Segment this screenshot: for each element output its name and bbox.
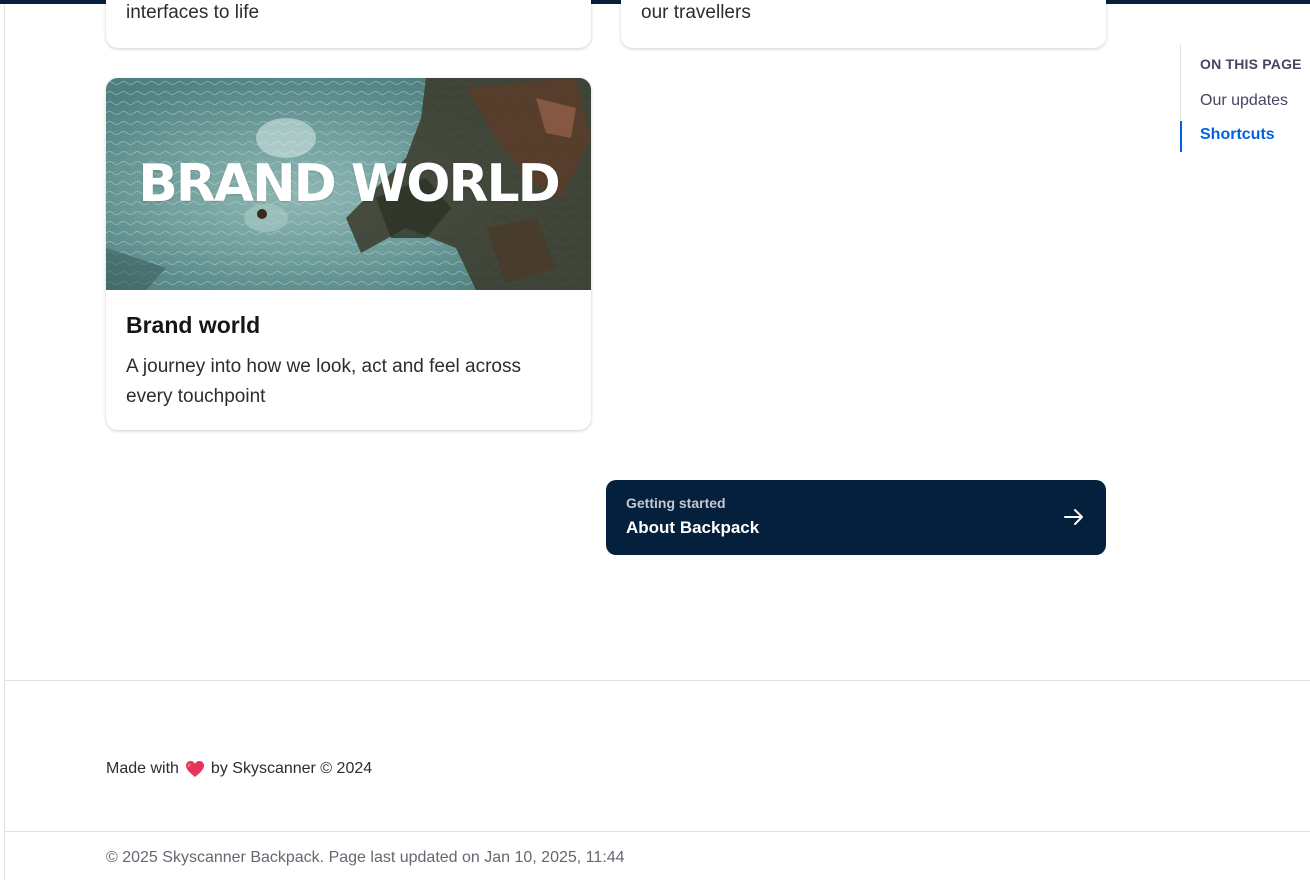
- next-page-title: About Backpack: [626, 518, 760, 537]
- card-brand-world[interactable]: BRAND WORLD Brand world A journey into h…: [106, 78, 591, 430]
- next-page-eyebrow: Getting started: [626, 495, 726, 511]
- card-description: A journey into how we look, act and feel…: [126, 356, 522, 407]
- next-page-link[interactable]: Getting started About Backpack: [606, 480, 1106, 555]
- made-with-suffix: by Skyscanner © 2024: [210, 760, 373, 777]
- toc-active-indicator: [1180, 121, 1182, 152]
- heart-icon: [185, 761, 204, 777]
- arrow-right-icon: [1064, 509, 1083, 525]
- card-previous-right[interactable]: our travellers: [621, 0, 1106, 48]
- card-brand-world-image: BRAND WORLD: [106, 78, 591, 290]
- toc-item-shortcuts[interactable]: Shortcuts: [1200, 126, 1275, 144]
- sidebar-divider: [4, 4, 5, 880]
- on-this-page-nav: ON THIS PAGE Our updates Shortcuts: [1180, 44, 1310, 152]
- footer-made-with: Made with by Skyscanner © 2024: [106, 760, 372, 778]
- footer-divider-bottom: [5, 831, 1310, 832]
- footer-copyright: © 2025 Skyscanner Backpack. Page last up…: [106, 849, 625, 866]
- card-title: Brand world: [126, 312, 261, 338]
- card-description: interfaces to life: [126, 2, 260, 23]
- footer-divider: [5, 680, 1310, 681]
- card-previous-left[interactable]: interfaces to life: [106, 0, 591, 48]
- toc-item-our-updates[interactable]: Our updates: [1200, 92, 1288, 110]
- on-this-page-heading: ON THIS PAGE: [1200, 56, 1302, 72]
- brand-world-overlay-text: BRAND WORLD: [138, 154, 561, 214]
- made-with-prefix: Made with: [106, 760, 179, 777]
- card-description: our travellers: [641, 2, 751, 23]
